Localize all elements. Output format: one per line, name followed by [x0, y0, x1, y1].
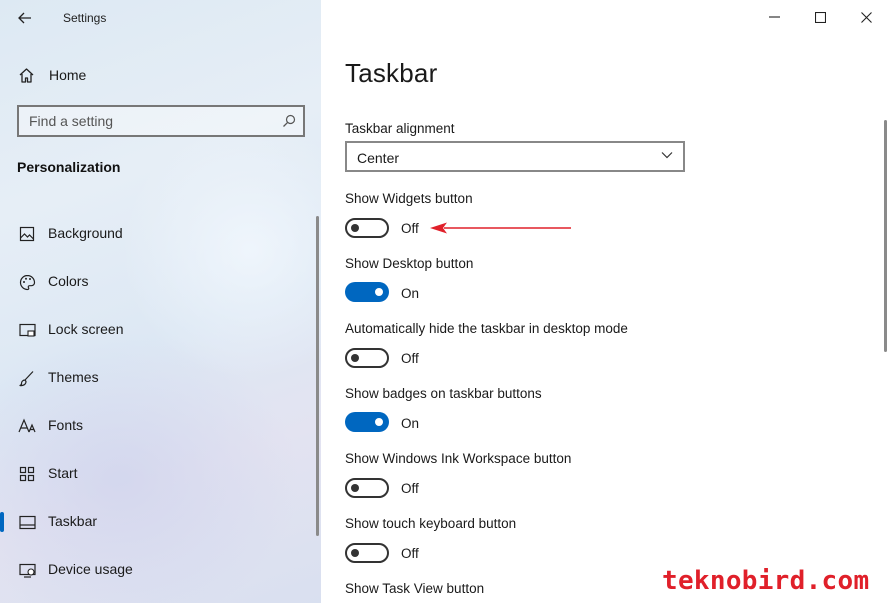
toggle-knob [351, 354, 359, 362]
setting-label-task-view: Show Task View button [345, 581, 485, 596]
toggle-state-desktop: On [401, 286, 420, 301]
toggle-knob [351, 224, 359, 232]
sidebar-item-label: Lock screen [48, 321, 124, 337]
toggle-state-widgets: Off [401, 221, 419, 236]
sidebar-item-label: Background [48, 225, 123, 241]
setting-label-ink: Show Windows Ink Workspace button [345, 451, 572, 466]
search-input[interactable]: Find a setting [17, 105, 305, 137]
sidebar-item-label: Taskbar [48, 513, 98, 529]
minimize-icon [768, 16, 780, 18]
sidebar-item-label: Colors [48, 273, 89, 289]
close-button[interactable] [843, 0, 889, 34]
maximize-button[interactable] [797, 0, 843, 34]
device-usage-icon [18, 561, 36, 579]
toggle-state-autohide: Off [401, 351, 419, 366]
lock-screen-icon [18, 321, 36, 339]
close-icon [860, 11, 872, 23]
sidebar-scrollbar[interactable] [316, 216, 319, 536]
taskbar-icon [18, 513, 36, 531]
setting-label-autohide: Automatically hide the taskbar in deskto… [345, 321, 628, 336]
back-button[interactable] [10, 4, 40, 32]
toggle-state-badges: On [401, 416, 420, 431]
taskbar-alignment-dropdown[interactable]: Center [345, 141, 685, 172]
sidebar-item-background[interactable]: Background [0, 210, 321, 258]
toggle-knob [351, 484, 359, 492]
setting-label-widgets: Show Widgets button [345, 191, 473, 206]
sidebar-item-label: Themes [48, 369, 99, 385]
toggle-state-ink: Off [401, 481, 419, 496]
home-icon [19, 67, 34, 83]
sidebar-item-fonts[interactable]: Fonts [0, 402, 321, 450]
search-placeholder: Find a setting [29, 113, 114, 129]
toggle-state-touch-keyboard: Off [401, 546, 419, 561]
badges-toggle[interactable] [345, 412, 389, 432]
sidebar-item-start[interactable]: Start [0, 450, 321, 498]
desktop-button-toggle[interactable] [345, 282, 389, 302]
annotation-arrow [430, 222, 571, 234]
maximize-icon [814, 11, 826, 23]
toggle-knob [351, 549, 359, 557]
chevron-down-icon [661, 152, 673, 159]
autohide-toggle[interactable] [345, 348, 389, 368]
minimize-button[interactable] [751, 0, 797, 34]
home-nav-item[interactable]: Home [18, 64, 86, 86]
setting-label-desktop: Show Desktop button [345, 256, 474, 271]
search-icon [283, 114, 296, 127]
titlebar-left: Settings [0, 0, 321, 36]
touch-keyboard-toggle[interactable] [345, 543, 389, 563]
sidebar-item-colors[interactable]: Colors [0, 258, 321, 306]
sidebar-item-label: Start [48, 465, 78, 481]
sidebar-nav: Background Colors Lock screen Themes Fon… [0, 210, 321, 594]
palette-icon [18, 273, 36, 291]
sidebar-item-device-usage[interactable]: Device usage [0, 546, 321, 594]
sidebar: Settings Home Find a setting Personaliza… [0, 0, 321, 603]
setting-label-badges: Show badges on taskbar buttons [345, 386, 542, 401]
ink-workspace-toggle[interactable] [345, 478, 389, 498]
sidebar-item-label: Fonts [48, 417, 84, 433]
setting-label-touch-keyboard: Show touch keyboard button [345, 516, 517, 531]
dropdown-value: Center [357, 150, 400, 166]
home-label: Home [49, 67, 87, 83]
fonts-icon [18, 417, 36, 435]
main-content: Taskbar Taskbar alignment Center Show Wi… [321, 0, 890, 603]
section-title: Personalization [17, 159, 121, 175]
main-scrollbar[interactable] [884, 120, 887, 352]
background-image-icon [18, 225, 36, 243]
sidebar-item-lock-screen[interactable]: Lock screen [0, 306, 321, 354]
page-title: Taskbar [345, 58, 438, 88]
toggle-knob [375, 288, 383, 296]
sidebar-item-label: Device usage [48, 561, 133, 577]
brush-icon [18, 369, 36, 387]
start-grid-icon [18, 465, 36, 483]
alignment-label: Taskbar alignment [345, 121, 455, 136]
widgets-toggle[interactable] [345, 218, 389, 238]
back-arrow-icon [18, 12, 31, 24]
sidebar-item-taskbar[interactable]: Taskbar [0, 498, 321, 546]
active-indicator [0, 512, 4, 532]
toggle-knob [375, 418, 383, 426]
watermark-text: teknobird.com [662, 566, 870, 596]
sidebar-item-themes[interactable]: Themes [0, 354, 321, 402]
app-title: Settings [63, 11, 107, 25]
